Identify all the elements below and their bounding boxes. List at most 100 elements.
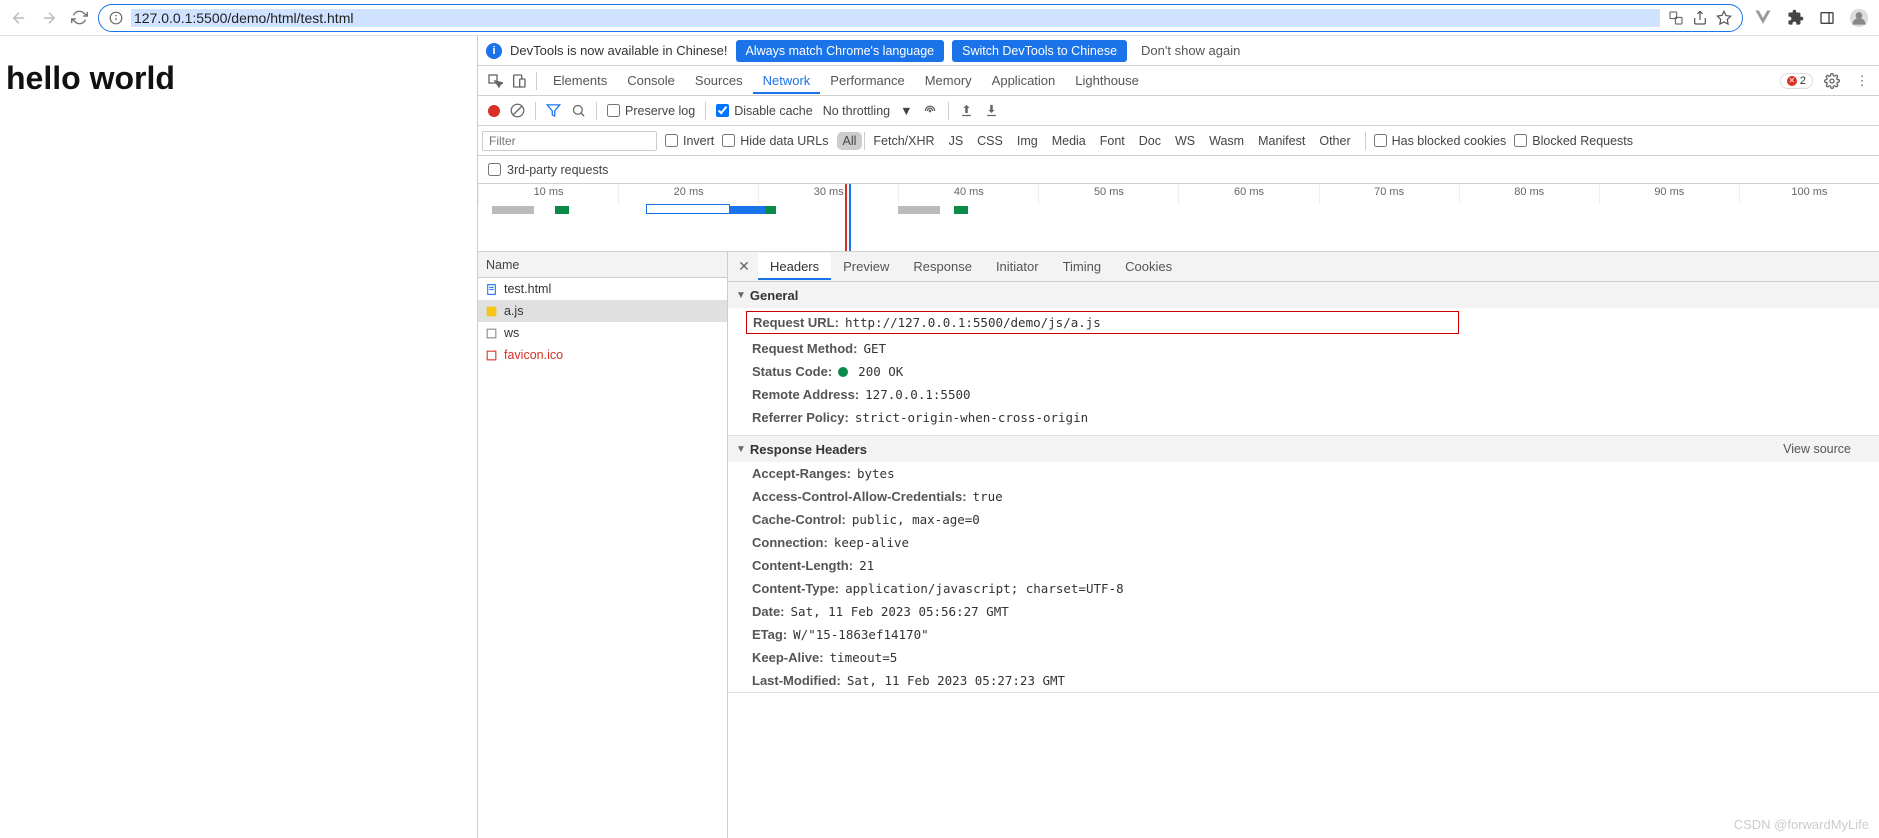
filter-type-media[interactable]: Media [1046, 132, 1092, 150]
inspect-icon[interactable] [484, 70, 506, 92]
vue-extension-icon[interactable] [1751, 6, 1775, 30]
filter-icon[interactable] [546, 103, 561, 118]
watermark: CSDN @forwardMyLife [1734, 817, 1869, 832]
download-icon[interactable] [984, 103, 999, 118]
tab-network[interactable]: Network [753, 67, 821, 94]
third-party-checkbox[interactable] [488, 163, 501, 176]
filter-type-js[interactable]: JS [943, 132, 970, 150]
dropdown-icon[interactable]: ▼ [900, 104, 912, 118]
timeline-tick: 70 ms [1319, 184, 1459, 204]
filter-type-wasm[interactable]: Wasm [1203, 132, 1250, 150]
response-header-row: Cache-Control:public, max-age=0 [728, 508, 1879, 531]
detail-tabs: ✕ HeadersPreviewResponseInitiatorTimingC… [728, 252, 1879, 282]
translate-icon[interactable] [1668, 10, 1684, 26]
side-panel-icon[interactable] [1815, 6, 1839, 30]
response-header-row: Keep-Alive:timeout=5 [728, 646, 1879, 669]
filter-type-doc[interactable]: Doc [1133, 132, 1167, 150]
response-headers-header[interactable]: ▼Response HeadersView source [728, 436, 1879, 462]
response-header-row: Access-Control-Allow-Credentials:true [728, 485, 1879, 508]
settings-icon[interactable] [1821, 70, 1843, 92]
detail-tab-initiator[interactable]: Initiator [984, 253, 1051, 280]
extensions-icon[interactable] [1783, 6, 1807, 30]
info-icon [109, 11, 123, 25]
tab-lighthouse[interactable]: Lighthouse [1065, 67, 1149, 94]
detail-tab-timing[interactable]: Timing [1051, 253, 1114, 280]
forward-button[interactable] [38, 7, 60, 29]
timeline-tick: 40 ms [898, 184, 1038, 204]
filter-input[interactable] [482, 131, 657, 151]
error-badge[interactable]: ✕2 [1780, 73, 1813, 89]
profile-icon[interactable] [1847, 6, 1871, 30]
referrer-policy-row: Referrer Policy:strict-origin-when-cross… [728, 406, 1879, 435]
request-row[interactable]: ws [478, 322, 727, 344]
search-icon[interactable] [571, 103, 586, 118]
detail-tab-preview[interactable]: Preview [831, 253, 901, 280]
request-row[interactable]: a.js [478, 300, 727, 322]
general-section: ▼General Request URL:http://127.0.0.1:55… [728, 282, 1879, 436]
tab-memory[interactable]: Memory [915, 67, 982, 94]
request-detail: ✕ HeadersPreviewResponseInitiatorTimingC… [728, 252, 1879, 838]
back-button[interactable] [8, 7, 30, 29]
filter-type-font[interactable]: Font [1094, 132, 1131, 150]
response-header-row: Content-Type:application/javascript; cha… [728, 577, 1879, 600]
filter-type-img[interactable]: Img [1011, 132, 1044, 150]
js-icon [484, 304, 498, 318]
request-row[interactable]: favicon.ico [478, 344, 727, 366]
reload-button[interactable] [68, 7, 90, 29]
star-icon[interactable] [1716, 10, 1732, 26]
timeline[interactable]: 10 ms20 ms30 ms40 ms50 ms60 ms70 ms80 ms… [478, 184, 1879, 252]
invert-checkbox[interactable]: Invert [665, 134, 714, 148]
filter-type-ws[interactable]: WS [1169, 132, 1201, 150]
request-row[interactable]: test.html [478, 278, 727, 300]
share-icon[interactable] [1692, 10, 1708, 26]
tab-sources[interactable]: Sources [685, 67, 753, 94]
detail-tab-response[interactable]: Response [901, 253, 984, 280]
devtools-tabs: ElementsConsoleSourcesNetworkPerformance… [478, 66, 1879, 96]
filter-type-css[interactable]: CSS [971, 132, 1009, 150]
url-box[interactable]: 127.0.0.1:5500/demo/html/test.html [98, 4, 1743, 32]
tab-console[interactable]: Console [617, 67, 685, 94]
record-button[interactable] [488, 105, 500, 117]
network-conditions-icon[interactable] [922, 103, 938, 119]
hide-urls-checkbox[interactable]: Hide data URLs [722, 134, 828, 148]
response-header-row: Date:Sat, 11 Feb 2023 05:56:27 GMT [728, 600, 1879, 623]
preserve-log-checkbox[interactable]: Preserve log [607, 104, 695, 118]
blocked-cookies-checkbox[interactable]: Has blocked cookies [1374, 134, 1507, 148]
more-icon[interactable]: ⋮ [1851, 70, 1873, 92]
page-heading: hello world [6, 60, 477, 97]
general-header[interactable]: ▼General [728, 282, 1879, 308]
timeline-tick: 20 ms [618, 184, 758, 204]
throttling-select[interactable]: No throttling [823, 104, 890, 118]
tab-performance[interactable]: Performance [820, 67, 914, 94]
match-language-button[interactable]: Always match Chrome's language [736, 40, 945, 62]
filter-type-all[interactable]: All [837, 132, 863, 150]
url-text[interactable]: 127.0.0.1:5500/demo/html/test.html [131, 9, 1660, 27]
tab-application[interactable]: Application [982, 67, 1066, 94]
close-detail-button[interactable]: ✕ [734, 258, 754, 275]
dont-show-button[interactable]: Don't show again [1135, 39, 1246, 62]
switch-language-button[interactable]: Switch DevTools to Chinese [952, 40, 1127, 62]
detail-tab-headers[interactable]: Headers [758, 253, 831, 280]
blocked-requests-checkbox[interactable]: Blocked Requests [1514, 134, 1633, 148]
request-list-header[interactable]: Name [478, 252, 727, 278]
device-icon[interactable] [508, 70, 530, 92]
doc-icon [484, 282, 498, 296]
clear-icon[interactable] [510, 103, 525, 118]
timeline-tick: 60 ms [1178, 184, 1318, 204]
filter-type-other[interactable]: Other [1313, 132, 1356, 150]
disable-cache-checkbox[interactable]: Disable cache [716, 104, 813, 118]
detail-tab-cookies[interactable]: Cookies [1113, 253, 1184, 280]
response-header-row: Last-Modified:Sat, 11 Feb 2023 05:27:23 … [728, 669, 1879, 692]
filter-type-fetch-xhr[interactable]: Fetch/XHR [867, 132, 940, 150]
upload-icon[interactable] [959, 103, 974, 118]
request-url-row: Request URL:http://127.0.0.1:5500/demo/j… [746, 311, 1459, 334]
request-list: Name test.htmla.jswsfavicon.ico [478, 252, 728, 838]
remote-address-row: Remote Address:127.0.0.1:5500 [728, 383, 1879, 406]
filter-row: Invert Hide data URLs AllFetch/XHRJSCSSI… [478, 126, 1879, 156]
tab-elements[interactable]: Elements [543, 67, 617, 94]
response-header-row: Connection:keep-alive [728, 531, 1879, 554]
timeline-tick: 10 ms [478, 184, 618, 204]
view-source-link[interactable]: View source [1783, 442, 1851, 456]
filter-type-manifest[interactable]: Manifest [1252, 132, 1311, 150]
response-header-row: Content-Length:21 [728, 554, 1879, 577]
